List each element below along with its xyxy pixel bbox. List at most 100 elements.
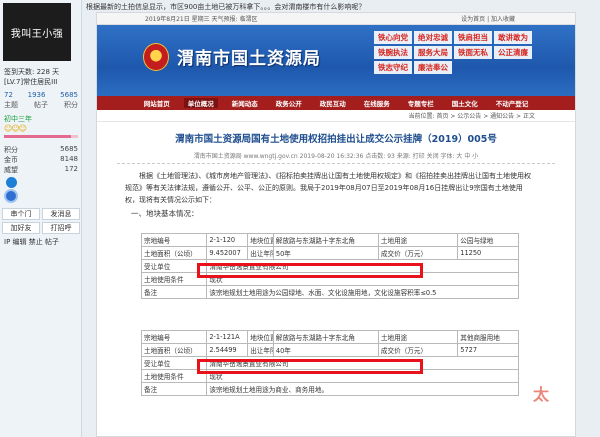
table-cell: 宗地编号 xyxy=(140,233,208,247)
slogan: 敢讲敢为 xyxy=(494,31,532,44)
medal-badge-icon xyxy=(6,177,17,188)
table-cell: 备注 xyxy=(140,285,208,299)
bureau-name: 渭南市国土资源局 xyxy=(177,49,321,69)
greet-button[interactable]: 打招呼 xyxy=(42,222,80,234)
profile-buttons-row2: 加好友 打招呼 xyxy=(2,222,80,234)
field-prestige-key: 威望 xyxy=(4,166,18,174)
slogan: 公正清廉 xyxy=(494,46,532,59)
table-cell: 土地用途 xyxy=(377,233,459,247)
table-cell: 成交价（万元） xyxy=(377,343,459,357)
nav-culture[interactable]: 国土文化 xyxy=(448,98,482,108)
table-row: 宗地编号 2-1-121A 地块位置 解放路与东湖路十字东北角 土地用途 其他商… xyxy=(140,330,519,344)
level-progress-bar xyxy=(4,135,78,138)
table-cell: 其他商服用地 xyxy=(457,330,519,344)
table-cell: 该宗地规划土地用途为商业、商务用地。 xyxy=(206,382,519,396)
stat-topics-value[interactable]: 72 xyxy=(4,91,13,99)
visit-button[interactable]: 串个门 xyxy=(2,208,40,220)
stat-points-value[interactable]: 5685 xyxy=(60,91,78,99)
nav-interaction[interactable]: 政民互动 xyxy=(316,98,350,108)
user-rank: 初中三年 xyxy=(4,115,32,123)
nav-topics[interactable]: 专题专栏 xyxy=(404,98,438,108)
table-cell: 土地用途 xyxy=(377,330,459,344)
buyer-highlight-box-2 xyxy=(197,359,423,374)
avatar[interactable]: 我叫王小强 xyxy=(3,3,71,61)
table-row: 土地面积（公顷） 9.452007 出让年限 50年 成交价（万元） 11250 xyxy=(140,246,519,260)
field-prestige: 威望 172 xyxy=(4,165,78,175)
table-cell: 11250 xyxy=(457,246,519,260)
table-cell: 50年 xyxy=(272,246,379,260)
slogan: 铁肩担当 xyxy=(454,31,492,44)
signin-level: [LV.7]常住居民III xyxy=(4,78,58,86)
moderation-actions[interactable]: IP 编辑 禁止 帖子 xyxy=(4,237,59,247)
table-cell: 地块位置 xyxy=(247,330,274,344)
slogan: 铁心向党 xyxy=(374,31,412,44)
table-cell: 土地面积（公顷） xyxy=(140,246,208,260)
slogan: 服务大局 xyxy=(414,46,452,59)
field-prestige-value: 172 xyxy=(64,165,78,173)
level-smiley-icons: ☺☺☺ xyxy=(4,124,27,133)
table-cell: 出让年限 xyxy=(247,343,274,357)
site-banner: 渭南市国土资源局 铁心向党 绝对忠诚 铁肩担当 敢讲敢为 铁腕执法 服务大局 铁… xyxy=(97,25,575,96)
field-gold: 金币 8148 xyxy=(4,155,78,165)
site-top-links[interactable]: 设为首页 | 加入收藏 xyxy=(461,14,515,23)
table-cell: 2-1-120 xyxy=(206,233,249,247)
slogan: 廉洁奉公 xyxy=(414,61,452,74)
add-friend-button[interactable]: 加好友 xyxy=(2,222,40,234)
stat-values: 72 1936 5685 xyxy=(4,91,78,99)
nav-gov-affairs[interactable]: 政务公开 xyxy=(272,98,306,108)
site-top-bar: 2019年8月21日 星期三 天气预报: 临渭区 设为首页 | 加入收藏 xyxy=(97,13,575,25)
article-title: 渭南市国土资源局国有土地使用权招拍挂出让成交公示挂牌（2019）005号 xyxy=(175,134,497,145)
table-cell: 2.54499 xyxy=(206,343,249,357)
table-row: 备注 该宗地规划土地用途为公园绿地、水面、文化设施用地，文化设施容积率≤0.5 xyxy=(140,285,519,299)
field-points-value: 5685 xyxy=(60,145,78,153)
stat-posts-label: 帖子 xyxy=(34,101,48,109)
table-cell: 解放路与东湖路十字东北角 xyxy=(272,233,379,247)
nav-overview[interactable]: 单位概况 xyxy=(183,98,218,108)
slogan: 绝对忠诚 xyxy=(414,31,452,44)
slogan: 铁腕执法 xyxy=(374,46,412,59)
section-heading: 一、地块基本情况： xyxy=(131,209,199,218)
table-cell: 备注 xyxy=(140,382,208,396)
field-points-key: 积分 xyxy=(4,146,18,154)
table-cell: 土地面积（公顷） xyxy=(140,343,208,357)
table-cell: 9.452007 xyxy=(206,246,249,260)
message-button[interactable]: 发消息 xyxy=(42,208,80,220)
site-date-weather: 2019年8月21日 星期三 天气预报: 临渭区 xyxy=(145,16,258,23)
table-cell: 该宗地规划土地用途为公园绿地、水面、文化设施用地，文化设施容积率≤0.5 xyxy=(206,285,519,299)
nav-online-service[interactable]: 在线服务 xyxy=(360,98,394,108)
table-cell: 宗地编号 xyxy=(140,330,208,344)
author-profile: 我叫王小强 签到天数: 228 天 [LV.7]常住居民III 72 1936 … xyxy=(0,0,82,437)
stat-labels: 主题 帖子 积分 xyxy=(4,100,78,110)
slogan: 铁面无私 xyxy=(454,46,492,59)
nav-news[interactable]: 新闻动态 xyxy=(228,98,262,108)
stat-topics-label: 主题 xyxy=(4,101,18,109)
stat-posts-value[interactable]: 1936 xyxy=(28,91,46,99)
avatar-text: 我叫王小强 xyxy=(10,28,64,40)
table-cell: 公园与绿地 xyxy=(457,233,519,247)
article-paragraph: 根据《土地管理法》、《城市房地产管理法》、《招标拍卖挂牌出让国有土地使用权规定》… xyxy=(125,172,531,204)
table-cell: 解放路与东湖路十字东北角 xyxy=(272,330,379,344)
breadcrumb-text[interactable]: 当前位置: 首页 > 公示公告 > 通知公告 > 正文 xyxy=(409,111,535,120)
nav-home[interactable]: 网站首页 xyxy=(140,98,174,108)
table-cell: 5727 xyxy=(457,343,519,357)
site-nav: 网站首页 单位概况 新闻动态 政务公开 政民互动 在线服务 专题专栏 国土文化 … xyxy=(97,96,575,110)
watermark: 太 xyxy=(533,385,550,404)
table-cell: 40年 xyxy=(272,343,379,357)
field-gold-key: 金币 xyxy=(4,156,18,164)
field-points: 积分 5685 xyxy=(4,145,78,155)
field-gold-value: 8148 xyxy=(60,155,78,163)
buyer-highlight-box-1 xyxy=(197,263,423,278)
table-cell: 地块位置 xyxy=(247,233,274,247)
signin-days: 签到天数: 228 天 xyxy=(4,68,60,76)
level-three-badge-icon xyxy=(4,189,18,203)
table-row: 宗地编号 2-1-120 地块位置 解放路与东湖路十字东北角 土地用途 公园与绿… xyxy=(140,233,519,247)
table-row: 土地面积（公顷） 2.54499 出让年限 40年 成交价（万元） 5727 xyxy=(140,343,519,357)
table-cell: 出让年限 xyxy=(247,246,274,260)
nav-real-estate[interactable]: 不动产登记 xyxy=(492,98,533,108)
level-progress-fill xyxy=(4,135,71,138)
table-cell: 2-1-121A xyxy=(206,330,249,344)
table-cell: 成交价（万元） xyxy=(377,246,459,260)
article-meta: 渭南市国土资源局 www.wngtj.gov.cn 2019-08-20 16:… xyxy=(117,151,555,164)
slogan-grid: 铁心向党 绝对忠诚 铁肩担当 敢讲敢为 铁腕执法 服务大局 铁面无私 公正清廉 … xyxy=(373,31,533,74)
national-emblem-icon xyxy=(143,43,169,71)
